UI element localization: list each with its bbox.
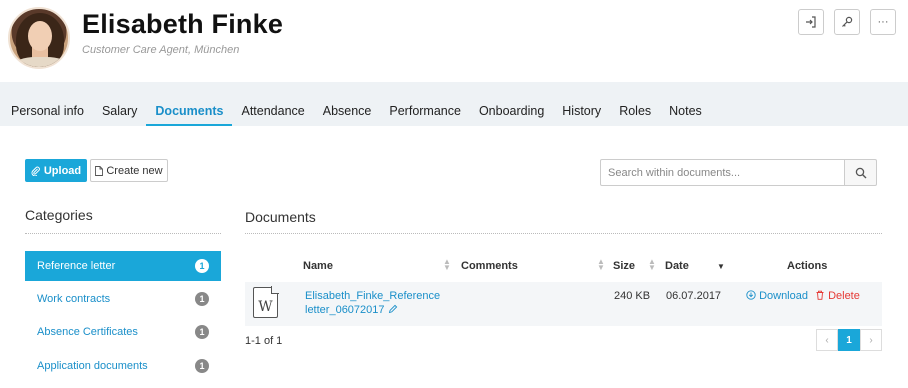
count-badge: 1 (195, 292, 209, 306)
column-header-comments[interactable]: Comments (461, 260, 518, 272)
category-label: Application documents (37, 360, 148, 372)
tab-notes[interactable]: Notes (660, 99, 711, 126)
create-new-label: Create new (106, 164, 163, 177)
upload-button[interactable]: Upload (25, 159, 87, 182)
tab-absence[interactable]: Absence (314, 99, 381, 126)
upload-label: Upload (43, 164, 82, 177)
sign-in-button[interactable] (798, 9, 824, 35)
download-link[interactable]: Download (746, 290, 808, 302)
word-document-icon: W (253, 286, 279, 318)
file-icon (95, 165, 104, 176)
tab-roles[interactable]: Roles (610, 99, 660, 126)
download-label: Download (759, 290, 808, 302)
employee-subtitle: Customer Care Agent, München (82, 44, 240, 56)
categories-title: Categories (25, 207, 93, 223)
pencil-icon[interactable] (388, 304, 398, 314)
next-page-button[interactable]: › (860, 329, 882, 351)
documents-divider (245, 233, 882, 234)
tab-attendance[interactable]: Attendance (232, 99, 313, 126)
tab-documents[interactable]: Documents (146, 99, 233, 126)
key-button[interactable] (834, 9, 860, 35)
column-header-actions: Actions (787, 260, 828, 272)
key-icon (842, 16, 853, 27)
category-reference-letter[interactable]: Reference letter 1 (25, 251, 221, 281)
tab-onboarding[interactable]: Onboarding (470, 99, 553, 126)
avatar (8, 7, 70, 69)
count-badge: 1 (195, 359, 209, 373)
employee-name: Elisabeth Finke (82, 9, 284, 39)
document-name-line1: Elisabeth_Finke_Reference (305, 290, 441, 302)
previous-page-button[interactable]: ‹ (816, 329, 838, 351)
column-header-date[interactable]: Date (665, 260, 689, 272)
category-absence-certificates[interactable]: Absence Certificates 1 (25, 317, 221, 347)
tab-personal-info[interactable]: Personal info (0, 99, 93, 126)
category-label: Reference letter (37, 260, 116, 272)
tab-list: Personal info Salary Documents Attendanc… (0, 99, 711, 126)
more-button[interactable]: ··· (870, 9, 896, 35)
tab-salary[interactable]: Salary (93, 99, 146, 126)
tab-history[interactable]: History (553, 99, 610, 126)
search-input[interactable] (600, 159, 845, 186)
count-badge: 1 (195, 259, 209, 273)
download-icon (746, 290, 756, 300)
sort-icon[interactable]: ▲ ▼ (443, 258, 451, 272)
category-work-contracts[interactable]: Work contracts 1 (25, 284, 221, 314)
create-new-button[interactable]: Create new (90, 159, 168, 182)
delete-label: Delete (828, 290, 860, 302)
sort-icon[interactable]: ▲ ▼ (648, 258, 656, 272)
tab-performance[interactable]: Performance (380, 99, 470, 126)
avatar-shirt (14, 57, 68, 67)
document-date: 06.07.2017 (666, 290, 722, 302)
column-header-name[interactable]: Name (303, 260, 333, 272)
page-1-button[interactable]: 1 (838, 329, 860, 351)
category-label: Absence Certificates (37, 326, 138, 338)
paperclip-icon (31, 166, 40, 176)
trash-icon (816, 290, 824, 300)
search-icon (855, 167, 866, 178)
pagination-summary: 1-1 of 1 (245, 335, 283, 347)
document-name-link[interactable]: Elisabeth_Finke_Reference letter_0607201… (305, 289, 445, 317)
sign-in-icon (806, 16, 816, 28)
document-size: 240 KB (614, 290, 651, 302)
more-icon: ··· (877, 16, 889, 28)
category-label: Work contracts (37, 293, 111, 305)
category-application-documents[interactable]: Application documents 1 (25, 351, 221, 381)
avatar-face (28, 21, 52, 51)
search-button[interactable] (845, 159, 877, 186)
document-name-line2: letter_06072017 (305, 304, 385, 316)
count-badge: 1 (195, 325, 209, 339)
delete-link[interactable]: Delete (815, 290, 860, 302)
sort-desc-icon[interactable]: ▼ (717, 263, 725, 271)
documents-title: Documents (245, 209, 316, 225)
categories-divider (25, 233, 221, 234)
column-header-size[interactable]: Size (613, 260, 635, 272)
profile-header: Elisabeth Finke Customer Care Agent, Mün… (0, 0, 908, 82)
sort-icon[interactable]: ▲ ▼ (597, 258, 605, 272)
